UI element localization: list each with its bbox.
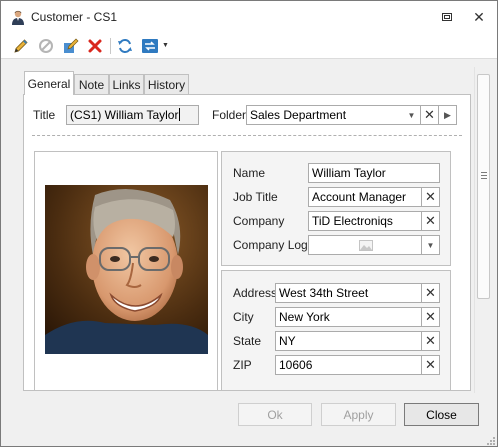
- restore-button[interactable]: [437, 7, 457, 27]
- resize-grip-icon[interactable]: [486, 436, 496, 446]
- job-title-label: Job Title: [233, 190, 278, 204]
- address-label: Address: [233, 286, 278, 300]
- title-label: Title: [33, 108, 56, 122]
- state-label: State: [233, 334, 262, 348]
- customer-icon: [10, 9, 26, 25]
- folder-label: Folder: [212, 108, 247, 122]
- city-label: City: [233, 310, 254, 324]
- address-group: Address West 34th Street ✕ City New York…: [221, 270, 451, 390]
- details-group: Name William Taylor Job Title Account Ma…: [221, 151, 451, 266]
- close-window-button[interactable]: ✕: [469, 7, 489, 27]
- state-field[interactable]: NY: [275, 331, 422, 351]
- scroll-grip: [481, 178, 487, 179]
- zip-label: ZIP: [233, 358, 252, 372]
- tab-history[interactable]: History: [144, 74, 189, 94]
- chevron-down-icon[interactable]: ▼: [162, 42, 169, 49]
- cancel-icon[interactable]: [36, 36, 56, 56]
- company-logo-label: Company Logo: [233, 238, 315, 252]
- state-clear-button[interactable]: ✕: [422, 331, 440, 351]
- tab-note[interactable]: Note: [74, 74, 109, 94]
- title-field[interactable]: (CS1) William Taylor: [66, 105, 199, 125]
- company-logo-dropdown-button[interactable]: ▼: [422, 235, 440, 255]
- city-clear-button[interactable]: ✕: [422, 307, 440, 327]
- vertical-scrollbar[interactable]: [474, 67, 491, 393]
- apply-button[interactable]: Apply: [321, 403, 396, 426]
- ok-button[interactable]: Ok: [238, 403, 312, 426]
- tab-general[interactable]: General: [24, 71, 74, 95]
- folder-dropdown-button[interactable]: ▼: [403, 105, 421, 125]
- customer-photo[interactable]: [45, 185, 208, 354]
- company-clear-button[interactable]: ✕: [422, 211, 440, 231]
- text-cursor: [179, 108, 181, 121]
- address-clear-button[interactable]: ✕: [422, 283, 440, 303]
- company-logo-field[interactable]: [308, 235, 422, 255]
- toolbar-separator: [110, 38, 111, 54]
- zip-clear-button[interactable]: ✕: [422, 355, 440, 375]
- scroll-grip: [481, 172, 487, 173]
- folder-clear-button[interactable]: ✕: [421, 105, 439, 125]
- image-placeholder-icon: [359, 240, 373, 251]
- navigation-icon[interactable]: [140, 36, 160, 56]
- window-title: Customer - CS1: [31, 10, 118, 24]
- separator-line: [32, 135, 462, 136]
- general-tab-panel: Title (CS1) William Taylor Folder Sales …: [23, 94, 471, 391]
- job-title-clear-button[interactable]: ✕: [422, 187, 440, 207]
- toolbar: ▼: [1, 33, 497, 59]
- refresh-icon[interactable]: [115, 36, 135, 56]
- city-field[interactable]: New York: [275, 307, 422, 327]
- folder-field[interactable]: Sales Department: [246, 105, 404, 125]
- name-label: Name: [233, 166, 266, 180]
- photo-frame: [34, 151, 218, 390]
- job-title-field[interactable]: Account Manager: [308, 187, 422, 207]
- delete-icon[interactable]: [85, 36, 105, 56]
- tab-links[interactable]: Links: [109, 74, 144, 94]
- zip-field[interactable]: 10606: [275, 355, 422, 375]
- company-field[interactable]: TiD Electroniqs: [308, 211, 422, 231]
- customer-window: Customer - CS1 ✕ ▼ General Note Links Hi…: [0, 0, 498, 447]
- folder-open-button[interactable]: ▶: [439, 105, 457, 125]
- edit-form-icon[interactable]: [61, 36, 81, 56]
- address-field[interactable]: West 34th Street: [275, 283, 422, 303]
- title-value: (CS1) William Taylor: [70, 108, 179, 122]
- name-field[interactable]: William Taylor: [308, 163, 440, 183]
- scroll-grip: [481, 175, 487, 176]
- title-bar: Customer - CS1 ✕: [1, 1, 497, 33]
- company-label: Company: [233, 214, 285, 228]
- close-button[interactable]: Close: [404, 403, 479, 426]
- scrollbar-thumb[interactable]: [477, 74, 490, 299]
- edit-pencil-icon[interactable]: [11, 36, 31, 56]
